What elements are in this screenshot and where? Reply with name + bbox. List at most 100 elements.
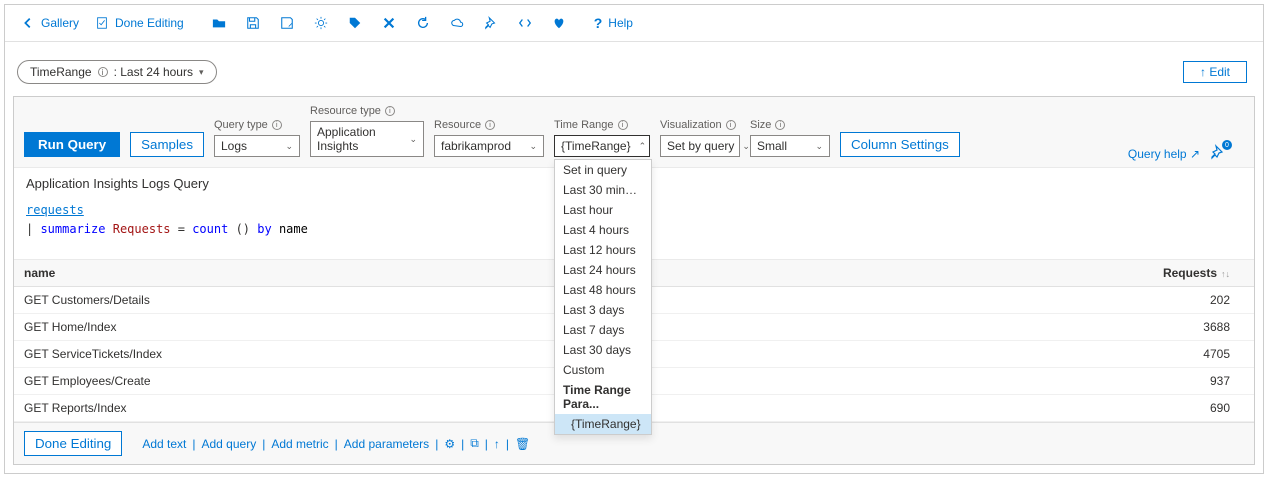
chevron-down-icon: ▾ <box>199 67 204 78</box>
chevron-down-icon: ⌄ <box>529 141 537 152</box>
column-settings-button[interactable]: Column Settings <box>840 132 960 157</box>
move-up-footer-icon[interactable]: ↑ <box>494 437 500 451</box>
time-range-label: Time Range <box>554 119 614 131</box>
dd-last-3-days[interactable]: Last 3 days <box>555 300 651 320</box>
resource-type-select[interactable]: Application Insights ⌄ <box>310 121 424 157</box>
pin-icon[interactable] <box>476 12 506 34</box>
heart-icon[interactable] <box>544 12 574 34</box>
code-icon[interactable] <box>510 12 540 34</box>
cell-requests: 937 <box>1154 374 1244 388</box>
chevron-down-icon: ⌄ <box>285 141 293 152</box>
dd-last-12-hours[interactable]: Last 12 hours <box>555 240 651 260</box>
save-as-icon[interactable] <box>272 12 302 34</box>
tag-icon[interactable] <box>340 12 370 34</box>
add-metric-link[interactable]: Add metric <box>271 437 328 451</box>
query-help-link[interactable]: Query help ↗ <box>1128 147 1200 161</box>
col-header-requests[interactable]: Requests↑↓ <box>1154 266 1244 280</box>
kw-summarize: summarize <box>40 222 105 236</box>
query-help-area: Query help ↗ 0 <box>1128 144 1226 163</box>
timerange-pill[interactable]: TimeRange i : Last 24 hours ▾ <box>17 60 217 84</box>
info-icon: i <box>385 106 395 116</box>
add-parameters-link[interactable]: Add parameters <box>344 437 429 451</box>
query-type-value: Logs <box>221 139 247 153</box>
info-icon: i <box>485 120 495 130</box>
size-value: Small <box>757 139 787 153</box>
query-controls: Run Query Samples Query type i Logs ⌄ Res… <box>14 97 1254 167</box>
info-icon: i <box>726 120 736 130</box>
external-link-icon: ↗ <box>1190 147 1200 161</box>
time-range-value: {TimeRange} <box>561 139 631 153</box>
time-range-group: Time Rangei {TimeRange} ⌃ Set in query L… <box>554 119 650 157</box>
pin-badge-icon[interactable]: 0 <box>1210 144 1226 163</box>
back-arrow-icon <box>21 16 35 30</box>
resource-type-value: Application Insights <box>317 125 401 153</box>
help-button[interactable]: ? Help <box>588 11 639 35</box>
help-label: Help <box>608 16 633 30</box>
edit-button[interactable]: ↑ Edit <box>1183 61 1247 83</box>
done-editing-label: Done Editing <box>115 16 184 30</box>
copy-footer-icon[interactable]: ⧉ <box>470 436 479 451</box>
time-range-dropdown: Set in query Last 30 minutes Last hour L… <box>554 159 652 435</box>
time-range-select[interactable]: {TimeRange} ⌃ <box>554 135 650 157</box>
resource-value: fabrikamprod <box>441 139 511 153</box>
dd-last-hour[interactable]: Last hour <box>555 200 651 220</box>
query-title: Application Insights Logs Query <box>26 176 209 191</box>
kw-count: count <box>192 222 228 236</box>
code-line1: requests <box>26 203 84 217</box>
folder-icon[interactable] <box>204 12 234 34</box>
save-icon[interactable] <box>238 12 268 34</box>
help-icon: ? <box>594 15 603 31</box>
resource-type-label: Resource type <box>310 105 381 117</box>
resource-group: Resource i fabrikamprod ⌄ <box>434 119 544 157</box>
kw-by: by <box>257 222 271 236</box>
add-text-link[interactable]: Add text <box>142 437 186 451</box>
query-type-group: Query type i Logs ⌄ <box>214 119 300 157</box>
gear-footer-icon[interactable]: ⚙ <box>444 437 455 451</box>
done-editing-button[interactable]: Done Editing <box>89 12 190 34</box>
dd-last-4-hours[interactable]: Last 4 hours <box>555 220 651 240</box>
resource-select[interactable]: fabrikamprod ⌄ <box>434 135 544 157</box>
visualization-value: Set by query <box>667 139 734 153</box>
dd-custom[interactable]: Custom <box>555 360 651 380</box>
timerange-pill-label: TimeRange <box>30 65 92 79</box>
dd-last-24-hours[interactable]: Last 24 hours <box>555 260 651 280</box>
parameter-row: TimeRange i : Last 24 hours ▾ ↑ Edit <box>5 42 1263 96</box>
visualization-select[interactable]: Set by query ⌄ <box>660 135 740 157</box>
size-group: Sizei Small ⌄ <box>750 119 830 157</box>
samples-button[interactable]: Samples <box>130 132 204 157</box>
dd-param-header: Time Range Para... <box>555 380 651 414</box>
close-x-icon[interactable] <box>374 12 404 34</box>
visualization-group: Visualization i Set by query ⌄ <box>660 119 740 157</box>
delete-footer-icon[interactable]: 🗑 <box>515 437 530 451</box>
refresh-icon[interactable] <box>408 12 438 34</box>
size-select[interactable]: Small ⌄ <box>750 135 830 157</box>
visualization-label: Visualization <box>660 119 722 131</box>
gallery-button[interactable]: Gallery <box>15 12 85 34</box>
dd-last-30-min[interactable]: Last 30 minutes <box>555 180 651 200</box>
query-type-label: Query type <box>214 119 268 131</box>
dd-param-timerange[interactable]: {TimeRange} <box>555 414 651 434</box>
top-toolbar: Gallery Done Editing ? Help <box>5 5 1263 42</box>
cloud-icon[interactable] <box>442 12 472 34</box>
chevron-down-icon: ⌄ <box>742 141 750 152</box>
info-icon: i <box>272 120 282 130</box>
chevron-down-icon: ⌄ <box>815 141 823 152</box>
dd-set-in-query[interactable]: Set in query <box>555 160 651 180</box>
info-icon: i <box>775 120 785 130</box>
chevron-up-icon: ⌃ <box>639 141 647 152</box>
dd-last-7-days[interactable]: Last 7 days <box>555 320 651 340</box>
add-query-link[interactable]: Add query <box>201 437 256 451</box>
sort-icon: ↑↓ <box>1221 269 1230 279</box>
settings-icon[interactable] <box>306 12 336 34</box>
dd-last-48-hours[interactable]: Last 48 hours <box>555 280 651 300</box>
resource-type-group: Resource type i Application Insights ⌄ <box>310 105 424 157</box>
info-icon: i <box>98 67 108 77</box>
done-editing-icon <box>95 16 109 30</box>
dd-last-30-days[interactable]: Last 30 days <box>555 340 651 360</box>
run-query-button[interactable]: Run Query <box>24 132 120 157</box>
resource-label: Resource <box>434 119 481 131</box>
done-editing-footer-button[interactable]: Done Editing <box>24 431 122 456</box>
query-type-select[interactable]: Logs ⌄ <box>214 135 300 157</box>
chevron-down-icon: ⌄ <box>409 134 417 145</box>
kw-requests: Requests <box>113 222 171 236</box>
